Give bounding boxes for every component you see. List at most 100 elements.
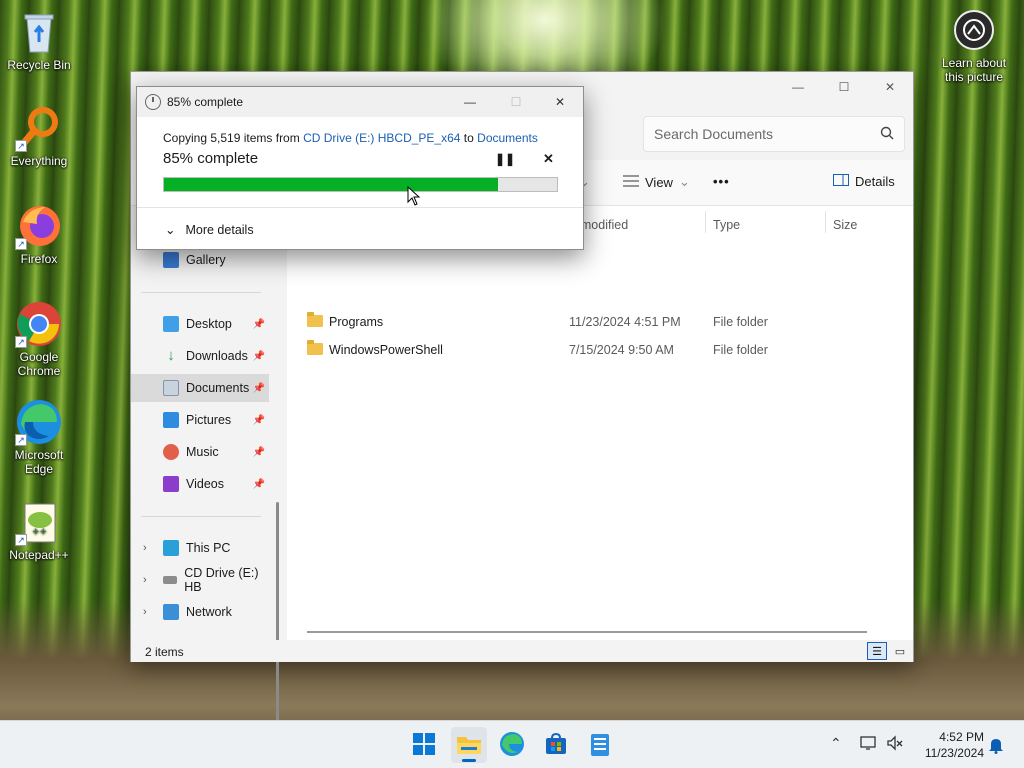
horizontal-scrollbar[interactable] [307,631,867,633]
download-arrow-icon: ↓ [167,347,175,364]
start-button[interactable] [406,727,442,763]
pin-icon: 📌 [252,414,265,426]
taskbar-file-explorer[interactable] [451,727,487,763]
videos-icon [163,476,179,492]
pin-icon: 📌 [252,478,265,490]
column-divider[interactable] [825,211,826,233]
nav-item-this-pc[interactable]: › This PC [131,534,269,562]
network-icon [163,604,179,620]
desktop-icon-everything[interactable]: ↗ Everything [3,104,75,168]
notification-bell-icon[interactable] [988,736,1004,757]
dialog-title-bar[interactable]: 85% complete — ☐ ✕ [137,87,583,117]
desktop-icon-notepad-plus-plus[interactable]: ++ ↗ Notepad++ [3,498,75,562]
dialog-minimize-button[interactable]: — [447,87,493,117]
taskbar-store[interactable] [538,727,574,763]
nav-item-label: Gallery [186,253,226,267]
shortcut-arrow-icon: ↗ [15,336,27,348]
nav-item-gallery[interactable]: Gallery [131,246,269,274]
maximize-button[interactable]: ☐ [821,72,867,102]
nav-item-label: Videos [186,477,224,491]
nav-item-cd-drive[interactable]: › CD Drive (E:) HB [131,566,269,594]
desktop-icon-recycle-bin[interactable]: Recycle Bin [3,8,75,72]
file-type: File folder [713,343,768,357]
chevron-right-icon[interactable]: › [143,606,147,618]
close-button[interactable]: ✕ [867,72,913,102]
chevron-right-icon[interactable]: › [143,574,147,586]
shortcut-arrow-icon: ↗ [15,434,27,446]
column-divider[interactable] [705,211,706,233]
file-date: 11/23/2024 4:51 PM [569,315,681,329]
chrome-icon: ↗ [15,300,63,348]
mouse-cursor-icon [407,185,421,209]
table-row[interactable]: WindowsPowerShell 7/15/2024 9:50 AM File… [287,336,913,364]
windows-logo-icon [412,732,436,759]
nav-item-downloads[interactable]: ↓ Downloads 📌 [131,342,269,370]
nav-item-label: Pictures [186,413,232,427]
chevron-up-icon: ⌃ [830,735,842,751]
details-view-icon[interactable]: ☰ [867,642,887,660]
more-details-button[interactable]: ⌄ More details [165,222,254,238]
details-pane-button[interactable]: Details [833,174,895,189]
nav-item-desktop[interactable]: Desktop 📌 [131,310,269,338]
learn-about-picture[interactable]: Learn about this picture [932,10,1016,84]
notepad-plus-plus-icon: ++ ↗ [15,498,63,546]
desktop-icon-label: Notepad++ [9,548,69,562]
clock-icon [145,94,161,110]
chevron-down-icon: ⌄ [678,174,690,189]
pause-icon: ❚❚ [495,152,516,166]
tiles-view-icon[interactable]: ▭ [891,642,909,660]
nav-item-network[interactable]: › Network [131,598,269,626]
table-row[interactable]: Programs 11/23/2024 4:51 PM File folder [287,308,913,336]
taskbar-clock[interactable]: 4:52 PM 11/23/2024 [925,729,984,761]
clock-date: 11/23/2024 [924,746,984,760]
see-more-button[interactable]: ••• [713,174,730,189]
edge-icon [499,731,525,760]
desktop-icon-firefox[interactable]: ↗ Firefox [3,202,75,266]
pin-icon: 📌 [252,350,265,362]
firefox-icon: ↗ [15,202,63,250]
nav-divider [141,516,261,517]
file-type: File folder [713,315,768,329]
maximize-icon: ☐ [510,95,522,109]
desktop-icon-label: Recycle Bin [7,58,71,72]
volume-muted-icon[interactable] [886,735,904,754]
destination-link[interactable]: Documents [477,131,538,145]
chevron-right-icon[interactable]: › [143,542,147,554]
nav-item-videos[interactable]: Videos 📌 [131,470,269,498]
desktop-folder-icon [163,316,179,332]
magnifier-icon: ↗ [15,104,63,152]
pause-button[interactable]: ❚❚ [495,152,515,166]
dialog-close-button[interactable]: ✕ [537,87,583,117]
nav-divider [141,292,261,293]
nav-item-music[interactable]: Music 📌 [131,438,269,466]
status-bar: 2 items ☰ ▭ [131,640,913,662]
desktop-icon-microsoft-edge[interactable]: ↗ Microsoft Edge [3,398,75,476]
column-header-size[interactable]: Size [833,218,857,232]
nav-item-label: Music [186,445,219,459]
shortcut-arrow-icon: ↗ [15,534,27,546]
learn-about-label: Learn about this picture [941,56,1007,84]
cancel-copy-button[interactable]: ✕ [543,151,554,167]
source-link[interactable]: CD Drive (E:) HBCD_PE_x64 [303,131,460,145]
column-header-type[interactable]: Type [713,218,740,232]
view-button[interactable]: View ⌄ [623,174,690,190]
navigation-pane: Gallery Desktop 📌 ↓ Downloads 📌 Document… [131,206,279,724]
desktop-icon-google-chrome[interactable]: ↗ Google Chrome [3,300,75,378]
show-hidden-icons-button[interactable]: ⌃ [830,735,842,752]
nav-scrollbar[interactable] [276,502,279,724]
nav-item-pictures[interactable]: Pictures 📌 [131,406,269,434]
taskbar-edge[interactable] [494,727,530,763]
close-icon: ✕ [543,151,554,166]
desktop-icon-label: Everything [10,154,68,168]
search-input[interactable]: Search Documents [643,116,905,152]
minimize-icon: — [792,80,804,94]
details-label: Details [855,174,895,189]
nav-item-documents[interactable]: Documents 📌 [131,374,269,402]
taskbar-notepad[interactable] [582,727,618,763]
view-label: View [645,174,673,190]
network-status-icon[interactable] [860,735,878,754]
minimize-button[interactable]: — [775,72,821,102]
nav-item-label: Network [186,605,232,619]
close-icon: ✕ [884,80,896,94]
camera-info-icon [954,10,994,50]
